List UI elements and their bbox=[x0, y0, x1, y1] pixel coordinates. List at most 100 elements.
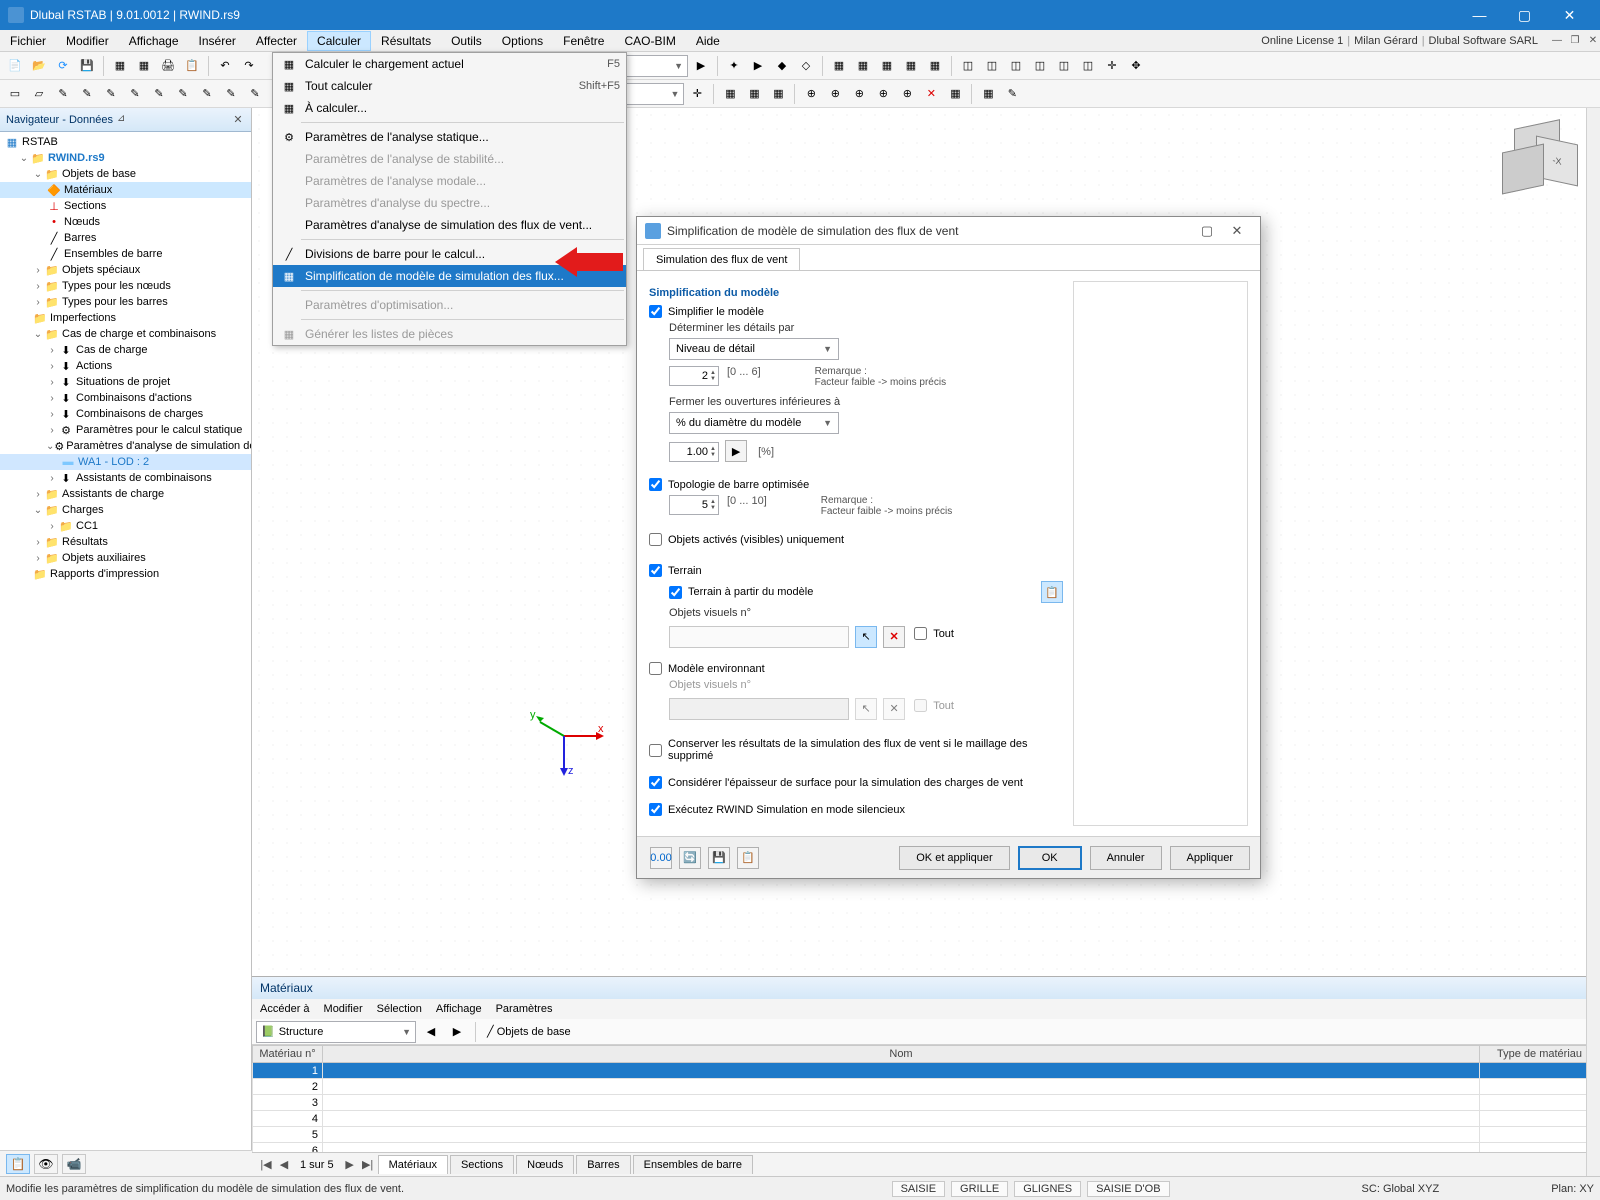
grid-icon-2[interactable]: ▦ bbox=[852, 55, 874, 77]
tree-param-stat[interactable]: ›⚙Paramètres pour le calcul statique bbox=[0, 422, 251, 438]
tab-materiaux[interactable]: Matériaux bbox=[378, 1155, 448, 1174]
tab-ensembles[interactable]: Ensembles de barre bbox=[633, 1155, 753, 1174]
btn-ok[interactable]: OK bbox=[1018, 846, 1082, 870]
status-saisie-ob[interactable]: SAISIE D'OB bbox=[1087, 1181, 1169, 1197]
tree-root[interactable]: ▦RSTAB bbox=[0, 134, 251, 150]
grid-icon-4[interactable]: ▦ bbox=[900, 55, 922, 77]
draw-icon-4[interactable]: ✎ bbox=[76, 83, 98, 105]
view-icon-2[interactable]: ▶ bbox=[747, 55, 769, 77]
right-docking-strip[interactable] bbox=[1586, 108, 1600, 1176]
menu-modifier[interactable]: Modifier bbox=[56, 31, 119, 51]
reload-icon[interactable]: ⟳ bbox=[52, 55, 74, 77]
nav-video-icon[interactable]: 📹 bbox=[62, 1154, 86, 1174]
chk-terrain[interactable]: Terrain bbox=[649, 564, 1063, 577]
tree-objets-aux[interactable]: ›📁Objets auxiliaires bbox=[0, 550, 251, 566]
view-icon-1[interactable]: ✦ bbox=[723, 55, 745, 77]
tool-icon-8[interactable]: ▦ bbox=[977, 83, 999, 105]
chk-terrain-model[interactable]: Terrain à partir du modèle 📋 bbox=[669, 581, 1063, 603]
btn-annuler[interactable]: Annuler bbox=[1090, 846, 1162, 870]
pick-icon-1[interactable]: ↖ bbox=[855, 626, 877, 648]
tab-simulation[interactable]: Simulation des flux de vent bbox=[643, 248, 800, 270]
tree-situations[interactable]: ›⬇Situations de projet bbox=[0, 374, 251, 390]
cube-icon-6[interactable]: ◫ bbox=[1077, 55, 1099, 77]
grid-icon-1[interactable]: ▦ bbox=[828, 55, 850, 77]
tool-icon-6[interactable]: ✕ bbox=[920, 83, 942, 105]
close-button[interactable]: ✕ bbox=[1547, 0, 1592, 30]
nav-view-icon[interactable]: 👁 bbox=[34, 1154, 58, 1174]
tree-barres[interactable]: ╱Barres bbox=[0, 230, 251, 246]
dm-a-calculer[interactable]: ▦À calculer... bbox=[273, 97, 626, 119]
tree-sections[interactable]: ⊥Sections bbox=[0, 198, 251, 214]
mat-menu-selection[interactable]: Sélection bbox=[377, 1003, 422, 1015]
save-settings-icon[interactable]: 💾 bbox=[708, 847, 730, 869]
view-icon-4[interactable]: ◇ bbox=[795, 55, 817, 77]
play-icon[interactable]: ▶ bbox=[725, 440, 747, 462]
snap-icon-1[interactable]: ▦ bbox=[719, 83, 741, 105]
dm-param-stat[interactable]: ⚙Paramètres de l'analyse statique... bbox=[273, 126, 626, 148]
mat-next-icon[interactable]: ▶ bbox=[446, 1021, 468, 1043]
mat-menu-acceder[interactable]: Accéder à bbox=[260, 1003, 310, 1015]
btn-ok-appliquer[interactable]: OK et appliquer bbox=[899, 846, 1009, 870]
tree-types-noeuds[interactable]: ›📁Types pour les nœuds bbox=[0, 278, 251, 294]
mat-menu-affichage[interactable]: Affichage bbox=[436, 1003, 482, 1015]
dm-calc-actuel[interactable]: ▦Calculer le chargement actuelF5 bbox=[273, 53, 626, 75]
menu-cao-bim[interactable]: CAO-BIM bbox=[614, 31, 685, 51]
draw-icon-5[interactable]: ✎ bbox=[100, 83, 122, 105]
tree-actions[interactable]: ›⬇Actions bbox=[0, 358, 251, 374]
tree-objets-base[interactable]: ⌄📁Objets de base bbox=[0, 166, 251, 182]
tool-icon-9[interactable]: ✎ bbox=[1001, 83, 1023, 105]
chk-objets-visibles[interactable]: Objets activés (visibles) uniquement bbox=[649, 533, 1063, 546]
tree-cas-charge[interactable]: ›⬇Cas de charge bbox=[0, 342, 251, 358]
dialog-maximize-icon[interactable]: ▢ bbox=[1192, 220, 1222, 242]
app-icon-1[interactable]: ▦ bbox=[109, 55, 131, 77]
draw-icon-9[interactable]: ✎ bbox=[196, 83, 218, 105]
navigator-close-icon[interactable]: ✕ bbox=[231, 113, 245, 127]
menu-options[interactable]: Options bbox=[492, 31, 553, 51]
tree-assist-comb[interactable]: ›⬇Assistants de combinaisons bbox=[0, 470, 251, 486]
tree-imperfections[interactable]: 📁Imperfections bbox=[0, 310, 251, 326]
open-icon[interactable]: 📂 bbox=[28, 55, 50, 77]
mat-menu-parametres[interactable]: Paramètres bbox=[496, 1003, 553, 1015]
tree-rapports[interactable]: 📁Rapports d'impression bbox=[0, 566, 251, 582]
combo-niveau[interactable]: Niveau de détail▼ bbox=[669, 338, 839, 360]
tree-file[interactable]: ⌄📁RWIND.rs9 bbox=[0, 150, 251, 166]
menu-affichage[interactable]: Affichage bbox=[119, 31, 189, 51]
tree-resultats[interactable]: ›📁Résultats bbox=[0, 534, 251, 550]
app-icon-2[interactable]: ▦ bbox=[133, 55, 155, 77]
draw-icon-1[interactable]: ▭ bbox=[4, 83, 26, 105]
tree-cc1[interactable]: ›📁CC1 bbox=[0, 518, 251, 534]
chevron-right-icon[interactable]: ▶ bbox=[690, 55, 712, 77]
draw-icon-10[interactable]: ✎ bbox=[220, 83, 242, 105]
menu-inserer[interactable]: Insérer bbox=[189, 31, 246, 51]
view-cube[interactable]: -Y -X bbox=[1492, 118, 1582, 208]
terrain-pick-icon[interactable]: 📋 bbox=[1041, 581, 1063, 603]
combo-pct[interactable]: % du diamètre du modèle▼ bbox=[669, 412, 839, 434]
next-icon[interactable]: ▶ bbox=[342, 1158, 358, 1171]
chk-tout-1[interactable]: Tout bbox=[914, 627, 954, 640]
chk-conserver[interactable]: Conserver les résultats de la simulation… bbox=[649, 738, 1063, 762]
chk-simplifier[interactable]: Simplifier le modèle bbox=[649, 305, 1063, 318]
spin-pct[interactable]: 1.00▲▼ bbox=[669, 442, 719, 462]
new-icon[interactable]: 📄 bbox=[4, 55, 26, 77]
navigator-tree[interactable]: ▦RSTAB ⌄📁RWIND.rs9 ⌄📁Objets de base 🔶Mat… bbox=[0, 132, 251, 1150]
tree-assist-charge[interactable]: ›📁Assistants de charge bbox=[0, 486, 251, 502]
dialog-close-icon[interactable]: ✕ bbox=[1222, 220, 1252, 242]
cube-icon-4[interactable]: ◫ bbox=[1029, 55, 1051, 77]
tool-icon-7[interactable]: ▦ bbox=[944, 83, 966, 105]
coord-icon-1[interactable]: ✛ bbox=[686, 83, 708, 105]
tab-noeuds[interactable]: Nœuds bbox=[516, 1155, 574, 1174]
mdi-minimize-icon[interactable]: — bbox=[1550, 34, 1564, 48]
chk-modele-env[interactable]: Modèle environnant bbox=[649, 662, 1063, 675]
chk-topo[interactable]: Topologie de barre optimisée bbox=[649, 478, 1063, 491]
units-icon[interactable]: 0.00 bbox=[650, 847, 672, 869]
mdi-restore-icon[interactable]: ❐ bbox=[1568, 34, 1582, 48]
tool-icon-4[interactable]: ⊕ bbox=[872, 83, 894, 105]
maximize-button[interactable]: ▢ bbox=[1502, 0, 1547, 30]
grid-icon-3[interactable]: ▦ bbox=[876, 55, 898, 77]
axes-icon[interactable]: ✛ bbox=[1101, 55, 1123, 77]
tree-types-barres[interactable]: ›📁Types pour les barres bbox=[0, 294, 251, 310]
save-icon[interactable]: 💾 bbox=[76, 55, 98, 77]
clear-icon-1[interactable]: ✕ bbox=[883, 626, 905, 648]
grid-icon-5[interactable]: ▦ bbox=[924, 55, 946, 77]
tool-icon-5[interactable]: ⊕ bbox=[896, 83, 918, 105]
